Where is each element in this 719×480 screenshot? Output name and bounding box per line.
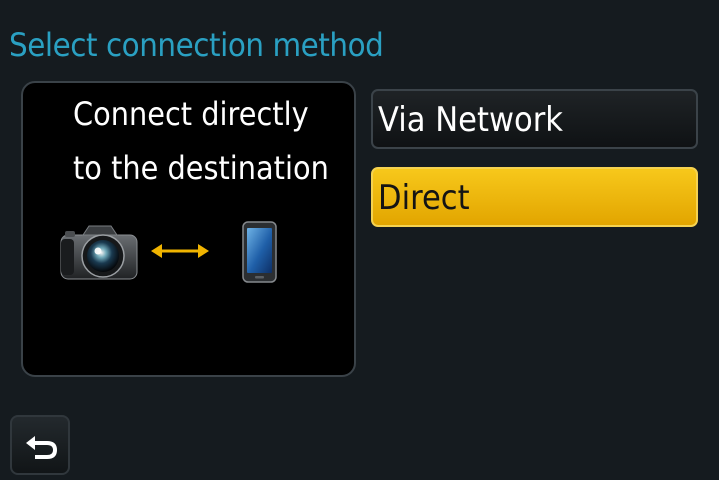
info-text-line-2: to the destination [73,149,329,187]
return-arrow-icon [26,436,57,459]
info-panel: Connect directly to the destination [21,81,356,377]
via-network-label: Via Network [378,100,564,140]
page-title: Select connection method [9,26,384,64]
double-arrow-icon [151,244,209,258]
info-text-line-1: Connect directly [73,95,309,133]
camera-icon [60,225,138,280]
connection-method-screen: Select connection method Connect directl… [0,0,719,480]
direct-label: Direct [378,178,470,218]
via-network-option[interactable]: Via Network [371,89,698,149]
smartphone-icon [242,221,277,283]
back-button[interactable] [10,415,70,475]
direct-option[interactable]: Direct [371,167,698,227]
